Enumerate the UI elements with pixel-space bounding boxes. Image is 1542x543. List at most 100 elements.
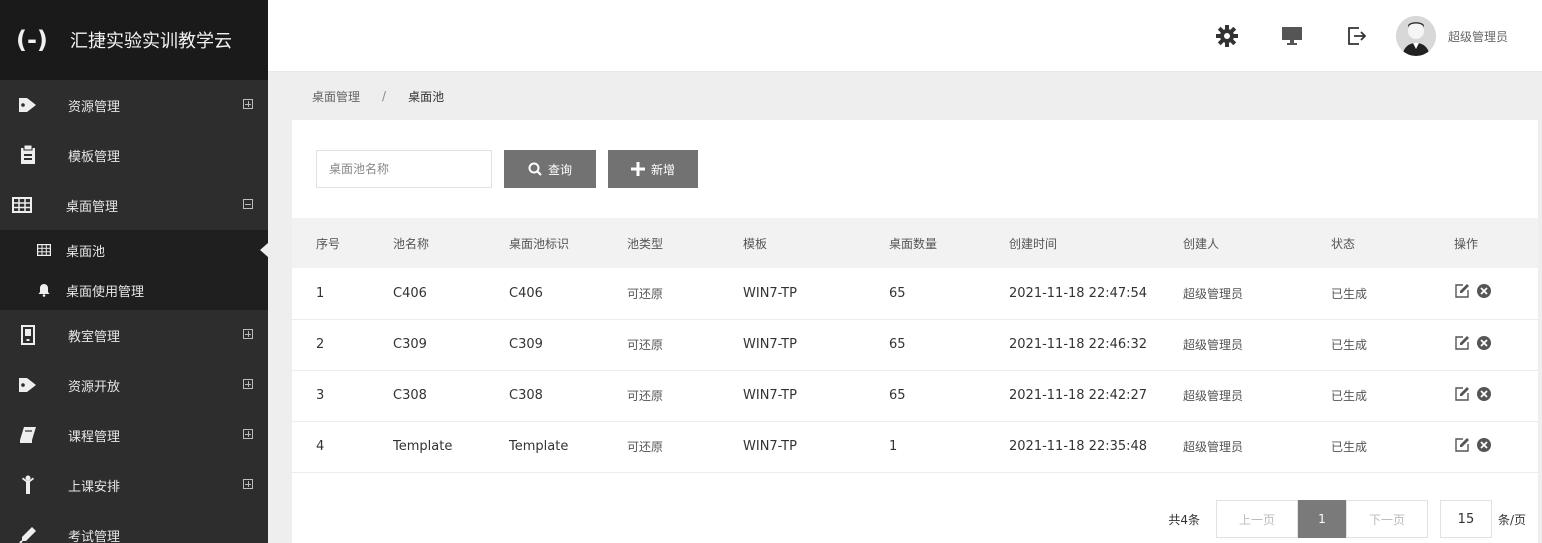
edit-icon[interactable] bbox=[1454, 437, 1470, 457]
gear-icon[interactable] bbox=[1195, 25, 1260, 47]
classroom-icon bbox=[0, 325, 56, 345]
prev-page-button[interactable]: 上一页 bbox=[1215, 500, 1298, 538]
sidebar-item-label: 桌面管理 bbox=[66, 199, 119, 215]
cell-template: WIN7-TP bbox=[743, 337, 797, 352]
page-size-unit: 条/页 bbox=[1497, 512, 1526, 527]
table-header-row: 序号 池名称 桌面池标识 池类型 模板 桌面数量 创建时间 创建人 状态 操作 bbox=[292, 218, 1538, 268]
cell-pool-name: Template bbox=[393, 439, 453, 454]
cell-pool-name: C308 bbox=[393, 388, 427, 403]
search-button[interactable]: 查询 bbox=[504, 150, 596, 188]
sidebar-item-course[interactable]: 课程管理 bbox=[0, 410, 268, 460]
page-button-1[interactable]: 1 bbox=[1297, 500, 1346, 538]
cell-status: 已生成 bbox=[1331, 338, 1368, 352]
plus-icon bbox=[630, 162, 645, 176]
template-icon bbox=[0, 145, 56, 165]
column-header: 池名称 bbox=[393, 236, 430, 251]
main-content: 桌面管理 / 桌面池 查询 新增 bbox=[268, 72, 1542, 543]
expand-icon[interactable] bbox=[228, 478, 268, 492]
table-row: 3 C308 C308 可还原 WIN7-TP 65 2021-11-18 22… bbox=[292, 370, 1538, 421]
monitor-icon[interactable] bbox=[1260, 26, 1325, 46]
search-icon bbox=[528, 162, 542, 176]
breadcrumb-current: 桌面池 bbox=[408, 89, 445, 104]
page-size-select[interactable]: 15 bbox=[1439, 500, 1492, 538]
book-icon bbox=[0, 426, 56, 444]
cell-created-time: 2021-11-18 22:47:54 bbox=[1009, 285, 1148, 301]
cell-status: 已生成 bbox=[1331, 389, 1368, 403]
delete-icon[interactable] bbox=[1476, 283, 1492, 303]
sidebar-item-label: 资源管理 bbox=[68, 99, 121, 115]
add-button[interactable]: 新增 bbox=[608, 150, 698, 188]
tag-icon bbox=[0, 377, 56, 393]
collapse-icon[interactable] bbox=[228, 198, 268, 212]
cell-pool-name: C406 bbox=[393, 285, 427, 301]
edit-icon[interactable] bbox=[1454, 386, 1470, 406]
cell-index: 2 bbox=[316, 337, 325, 352]
search-input[interactable] bbox=[316, 150, 492, 188]
search-button-label: 查询 bbox=[547, 162, 572, 177]
cell-index: 3 bbox=[316, 388, 325, 403]
sidebar-item-resource[interactable]: 资源管理 bbox=[0, 80, 268, 130]
sidebar-item-label: 教室管理 bbox=[68, 329, 121, 345]
expand-icon[interactable] bbox=[228, 98, 268, 112]
cell-index: 4 bbox=[316, 439, 325, 454]
tag-icon bbox=[0, 97, 56, 113]
sidebar-item-exam[interactable]: 考试管理 bbox=[0, 510, 268, 543]
column-header: 桌面池标识 bbox=[509, 236, 570, 251]
pagination: 共4条 上一页 1 下一页 15 条/页 bbox=[1168, 499, 1526, 539]
sidebar: (-) 汇捷实验实训教学云 资源管理 模板管理 桌面管理 桌面池 桌面使用管理 … bbox=[0, 0, 268, 543]
sidebar-item-label: 模板管理 bbox=[68, 149, 121, 165]
cell-desktop-count: 65 bbox=[889, 388, 906, 403]
bell-icon bbox=[34, 283, 54, 297]
cell-actions bbox=[1430, 370, 1538, 421]
cell-actions bbox=[1430, 268, 1538, 319]
breadcrumb-separator: / bbox=[382, 89, 387, 103]
expand-icon[interactable] bbox=[228, 428, 268, 442]
delete-icon[interactable] bbox=[1476, 386, 1492, 406]
edit-icon[interactable] bbox=[1454, 335, 1470, 355]
next-page-button[interactable]: 下一页 bbox=[1345, 500, 1428, 538]
brand-logo: (-) bbox=[16, 26, 48, 54]
cell-status: 已生成 bbox=[1331, 440, 1368, 454]
cell-pool-type: 可还原 bbox=[627, 389, 664, 403]
brand: (-) 汇捷实验实训教学云 bbox=[0, 0, 268, 80]
column-header: 操作 bbox=[1454, 236, 1479, 251]
cell-created-time: 2021-11-18 22:46:32 bbox=[1009, 337, 1148, 352]
cell-creator: 超级管理员 bbox=[1183, 286, 1244, 301]
topbar: 超级管理员 bbox=[268, 0, 1542, 72]
sidebar-item-schedule[interactable]: 上课安排 bbox=[0, 460, 268, 510]
cell-pool-type: 可还原 bbox=[627, 286, 664, 301]
cell-pool-type: 可还原 bbox=[627, 338, 664, 352]
cell-pool-id: C309 bbox=[509, 337, 543, 352]
cell-pool-id: C406 bbox=[509, 285, 543, 301]
delete-icon[interactable] bbox=[1476, 335, 1492, 355]
column-header: 序号 bbox=[316, 236, 341, 251]
desktop-pool-table: 序号 池名称 桌面池标识 池类型 模板 桌面数量 创建时间 创建人 状态 操作 … bbox=[292, 218, 1538, 473]
add-button-label: 新增 bbox=[650, 162, 675, 177]
submenu-desktop: 桌面池 桌面使用管理 bbox=[0, 230, 268, 310]
edit-icon[interactable] bbox=[1454, 283, 1470, 303]
username[interactable]: 超级管理员 bbox=[1448, 28, 1508, 45]
breadcrumb-parent[interactable]: 桌面管理 bbox=[312, 88, 360, 105]
sidebar-item-desktop[interactable]: 桌面管理 bbox=[0, 180, 268, 230]
delete-icon[interactable] bbox=[1476, 437, 1492, 457]
sidebar-item-classroom[interactable]: 教室管理 bbox=[0, 310, 268, 360]
breadcrumb: 桌面管理 / 桌面池 bbox=[268, 72, 1542, 120]
toolbar: 查询 新增 bbox=[292, 120, 1538, 218]
expand-icon[interactable] bbox=[228, 378, 268, 392]
sidebar-subitem-desktop-pool[interactable]: 桌面池 bbox=[0, 230, 268, 270]
sidebar-item-template[interactable]: 模板管理 bbox=[0, 130, 268, 180]
table-row: 2 C309 C309 可还原 WIN7-TP 65 2021-11-18 22… bbox=[292, 319, 1538, 370]
expand-icon[interactable] bbox=[228, 328, 268, 342]
logout-icon[interactable] bbox=[1325, 26, 1390, 46]
column-header: 创建人 bbox=[1183, 236, 1220, 251]
cell-actions bbox=[1430, 319, 1538, 370]
cell-index: 1 bbox=[316, 285, 325, 301]
column-header: 池类型 bbox=[627, 236, 664, 251]
sidebar-item-label: 上课安排 bbox=[68, 479, 121, 495]
cell-creator: 超级管理员 bbox=[1183, 338, 1244, 352]
avatar[interactable] bbox=[1395, 16, 1436, 56]
cell-creator: 超级管理员 bbox=[1183, 440, 1244, 454]
sidebar-subitem-desktop-usage[interactable]: 桌面使用管理 bbox=[0, 270, 268, 310]
sidebar-item-label: 考试管理 bbox=[68, 529, 121, 543]
sidebar-item-resource-open[interactable]: 资源开放 bbox=[0, 360, 268, 410]
